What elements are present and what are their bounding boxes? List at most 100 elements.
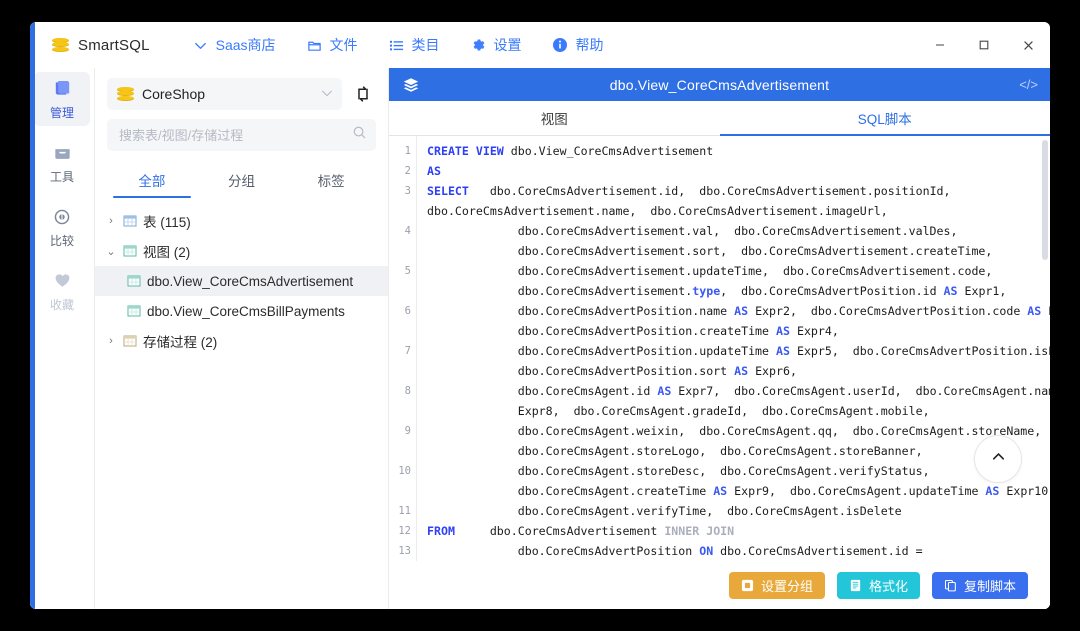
line-number [389, 481, 411, 501]
code-line: dbo.CoreCmsAgent.weixin, dbo.CoreCmsAgen… [427, 424, 1042, 438]
code-line: FROM dbo.CoreCmsAdvertisement INNER JOIN [427, 524, 735, 538]
title-bar: SmartSQL Saas商店 文件 类目 设置 帮助 [30, 22, 1050, 68]
tab-sql-script[interactable]: SQL脚本 [719, 101, 1051, 136]
tree-node-label: dbo.View_CoreCmsBillPayments [147, 303, 345, 319]
line-number [389, 201, 411, 221]
line-number [389, 241, 411, 261]
tree-node-label: 视图 (2) [143, 245, 191, 260]
minimize-button[interactable] [918, 22, 962, 68]
line-number [389, 441, 411, 461]
copy-script-button[interactable]: 复制脚本 [931, 571, 1028, 599]
line-number: 12 [398, 525, 411, 537]
code-line: dbo.CoreCmsAdvertPosition ON dbo.CoreCms… [427, 544, 923, 558]
tab-groups[interactable]: 分组 [197, 163, 287, 198]
left-rail: 管理 工具 比较 收藏 [30, 68, 95, 609]
chevron-down-icon [192, 37, 209, 54]
line-number [389, 281, 411, 301]
view-icon [127, 304, 141, 318]
code-line: dbo.CoreCmsAdvertPosition.updateTime AS … [427, 344, 1050, 358]
code-line: CREATE VIEW dbo.View_CoreCmsAdvertisemen… [427, 144, 714, 158]
object-tree[interactable]: › 表 (115) ⌄ 视图 (2) dbo.View_CoreCmsAdver… [95, 198, 388, 609]
rail-item-favorites[interactable]: 收藏 [34, 264, 90, 318]
chevron-down-icon [320, 86, 334, 103]
window-accent-edge [30, 22, 35, 609]
line-number: 3 [404, 185, 411, 197]
menu-item-help[interactable]: 帮助 [552, 35, 604, 55]
vertical-scrollbar[interactable] [1042, 140, 1048, 260]
button-label: 格式化 [868, 578, 908, 594]
sql-code[interactable]: CREATE VIEW dbo.View_CoreCmsAdvertisemen… [417, 136, 1050, 561]
line-number: 7 [404, 345, 411, 357]
search-input[interactable] [117, 126, 352, 144]
tree-node-view-advertisement[interactable]: dbo.View_CoreCmsAdvertisement [95, 266, 388, 296]
tree-node-label: dbo.View_CoreCmsAdvertisement [147, 273, 354, 289]
search-box[interactable] [107, 119, 376, 151]
set-group-button[interactable]: 设置分组 [728, 571, 825, 599]
tab-tags[interactable]: 标签 [286, 163, 376, 198]
chevron-right-icon: › [109, 215, 113, 227]
rail-item-compare[interactable]: 比较 [34, 200, 90, 254]
menu-item-label: 类目 [411, 37, 440, 53]
line-number: 9 [404, 425, 411, 437]
chevron-right-icon: › [109, 335, 113, 347]
scroll-to-top-button[interactable] [974, 435, 1022, 483]
code-line: dbo.CoreCmsAdvertisement.val, dbo.CoreCm… [427, 224, 958, 238]
format-button[interactable]: 格式化 [836, 571, 920, 599]
database-selector[interactable]: CoreShop [107, 78, 342, 110]
code-line: SELECT dbo.CoreCmsAdvertisement.id, dbo.… [427, 184, 951, 198]
code-line: dbo.CoreCmsAdvertPosition.name AS Expr2,… [427, 304, 1050, 318]
close-button[interactable] [1006, 22, 1050, 68]
folder-icon [306, 37, 323, 54]
page-title: dbo.View_CoreCmsAdvertisement [609, 76, 830, 93]
menu-item-saas-store[interactable]: Saas商店 [192, 35, 276, 55]
view-icon [127, 274, 141, 288]
button-label: 复制脚本 [963, 578, 1016, 594]
tree-node-label: 存储过程 (2) [143, 335, 218, 350]
tab-view[interactable]: 视图 [389, 101, 720, 135]
menu-item-category[interactable]: 类目 [388, 35, 440, 55]
rail-item-tools[interactable]: 工具 [34, 136, 90, 190]
line-number: 1 [404, 145, 411, 157]
database-selector-row: CoreShop [95, 78, 388, 110]
database-icon [117, 86, 134, 103]
heart-icon [51, 270, 73, 292]
app-window: SmartSQL Saas商店 文件 类目 设置 帮助 管理 工具 比较 收藏 … [30, 22, 1050, 609]
line-number-gutter: 123456789101112131415 [389, 136, 417, 561]
rail-item-manage[interactable]: 管理 [34, 72, 90, 126]
code-line: dbo.CoreCmsAgent.storeDesc, dbo.CoreCmsA… [427, 464, 930, 478]
rail-item-label: 收藏 [49, 297, 74, 312]
proc-icon [123, 334, 137, 348]
code-line: dbo.CoreCmsAgent.id AS Expr7, dbo.CoreCm… [427, 384, 1050, 398]
window-body: 管理 工具 比较 收藏 CoreShop 搜索表/视图/存储过程 全部 分组 标… [30, 68, 1050, 609]
database-name: CoreShop [142, 86, 206, 102]
explorer-tabs: 全部 分组 标签 [107, 163, 376, 198]
gear-icon [470, 37, 487, 54]
database-icon [52, 37, 69, 54]
code-brackets-icon[interactable]: </> [1019, 77, 1038, 92]
sql-editor[interactable]: 123456789101112131415 CREATE VIEW dbo.Vi… [389, 136, 1050, 561]
compare-icon [51, 206, 73, 228]
tree-node-views[interactable]: ⌄ 视图 (2) [95, 236, 388, 266]
tab-all[interactable]: 全部 [107, 163, 197, 198]
maximize-button[interactable] [962, 22, 1006, 68]
menu-item-file[interactable]: 文件 [306, 35, 358, 55]
layers-icon [401, 75, 421, 95]
menu-item-settings[interactable]: 设置 [470, 35, 522, 55]
code-line: dbo.CoreCmsAdvertPosition.createTime AS … [427, 324, 839, 338]
line-number [389, 401, 411, 421]
tree-node-procedures[interactable]: › 存储过程 (2) [95, 326, 388, 356]
main-menu: Saas商店 文件 类目 设置 帮助 [192, 35, 604, 55]
object-explorer: CoreShop 全部 分组 标签 [95, 68, 389, 609]
tree-node-tables[interactable]: › 表 (115) [95, 206, 388, 236]
line-number: 8 [404, 385, 411, 397]
chevron-down-icon: ⌄ [106, 245, 116, 258]
button-label: 设置分组 [760, 578, 813, 594]
menu-item-label: 文件 [329, 37, 358, 53]
tree-node-view-billpayments[interactable]: dbo.View_CoreCmsBillPayments [95, 296, 388, 326]
menu-item-label: Saas商店 [215, 37, 276, 53]
code-line: dbo.CoreCmsAgent.createTime AS Expr9, db… [427, 484, 1050, 498]
menu-item-label: 帮助 [575, 37, 604, 53]
code-scroll-area[interactable]: 123456789101112131415 CREATE VIEW dbo.Vi… [389, 136, 1050, 561]
app-brand-label: SmartSQL [78, 36, 150, 54]
sync-icon[interactable] [350, 81, 376, 107]
